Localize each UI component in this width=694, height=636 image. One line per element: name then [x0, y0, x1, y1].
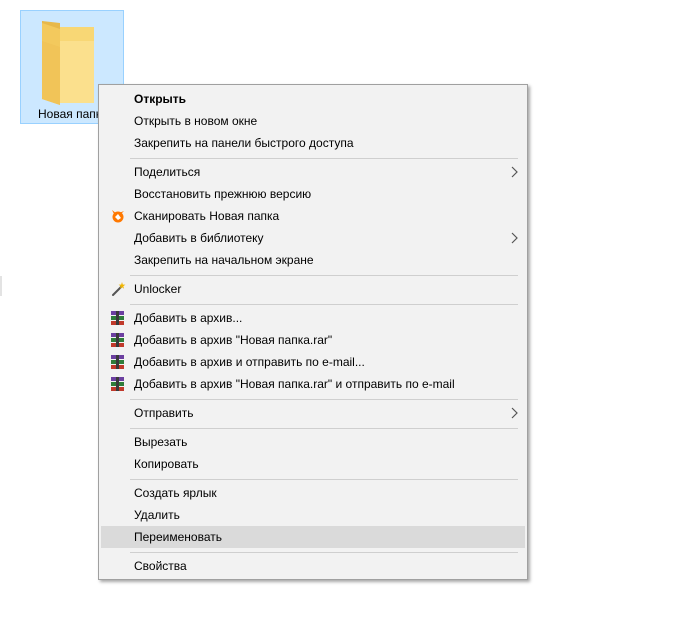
menu-item-label: Вырезать	[134, 435, 188, 449]
menu-item-label: Отправить	[134, 406, 194, 420]
menu-item-add-to-rar-email[interactable]: Добавить в архив "Новая папка.rar" и отп…	[101, 373, 525, 395]
menu-item-properties[interactable]: Свойства	[101, 555, 525, 577]
menu-item-label: Поделиться	[134, 165, 201, 179]
menu-item-label: Сканировать Новая папка	[134, 209, 280, 223]
menu-item-rename[interactable]: Переименовать	[101, 526, 525, 548]
chevron-right-icon	[511, 232, 518, 244]
unlocker-wand-icon	[112, 282, 126, 296]
menu-item-label: Открыть в новом окне	[134, 114, 258, 128]
menu-item-label: Удалить	[134, 508, 180, 522]
menu-item-label: Добавить в архив "Новая папка.rar"	[134, 333, 333, 347]
menu-item-label: Восстановить прежнюю версию	[134, 187, 312, 201]
menu-item-add-to-archive[interactable]: Добавить в архив...	[101, 307, 525, 329]
menu-item-cut[interactable]: Вырезать	[101, 431, 525, 453]
menu-item-pin-start[interactable]: Закрепить на начальном экране	[101, 249, 525, 271]
menu-separator	[130, 275, 518, 276]
menu-item-create-shortcut[interactable]: Создать ярлык	[101, 482, 525, 504]
menu-item-label: Свойства	[134, 559, 187, 573]
menu-item-share[interactable]: Поделиться	[101, 161, 525, 183]
folder-icon	[42, 21, 94, 105]
avast-icon	[112, 210, 124, 223]
context-menu: Открыть Открыть в новом окне Закрепить н…	[98, 84, 528, 580]
menu-item-open-new-window[interactable]: Открыть в новом окне	[101, 110, 525, 132]
menu-item-label: Копировать	[134, 457, 199, 471]
menu-item-label: Закрепить на панели быстрого доступа	[134, 136, 354, 150]
menu-item-label: Открыть	[134, 92, 187, 106]
menu-separator	[130, 304, 518, 305]
menu-item-pin-quick-access[interactable]: Закрепить на панели быстрого доступа	[101, 132, 525, 154]
menu-separator	[130, 428, 518, 429]
menu-item-send-to[interactable]: Отправить	[101, 402, 525, 424]
menu-item-add-to-rar[interactable]: Добавить в архив "Новая папка.rar"	[101, 329, 525, 351]
menu-item-label: Добавить в архив...	[134, 311, 243, 325]
menu-item-label: Добавить в архив и отправить по e-mail..…	[134, 355, 365, 369]
menu-separator	[130, 399, 518, 400]
menu-item-label: Unlocker	[134, 282, 182, 296]
menu-item-label: Добавить в архив "Новая папка.rar" и отп…	[134, 377, 455, 391]
menu-item-scan[interactable]: Сканировать Новая папка	[101, 205, 525, 227]
menu-item-unlocker[interactable]: Unlocker	[101, 278, 525, 300]
menu-item-label: Создать ярлык	[134, 486, 217, 500]
menu-separator	[130, 479, 518, 480]
menu-item-add-to-archive-email[interactable]: Добавить в архив и отправить по e-mail..…	[101, 351, 525, 373]
menu-item-label: Переименовать	[134, 530, 222, 544]
window-edge	[0, 276, 2, 296]
chevron-right-icon	[511, 166, 518, 178]
menu-separator	[130, 158, 518, 159]
winrar-icon	[111, 355, 124, 369]
menu-separator	[130, 552, 518, 553]
winrar-icon	[111, 333, 124, 347]
menu-item-restore-previous[interactable]: Восстановить прежнюю версию	[101, 183, 525, 205]
menu-item-open[interactable]: Открыть	[101, 88, 525, 110]
winrar-icon	[111, 311, 124, 325]
chevron-right-icon	[511, 407, 518, 419]
menu-item-delete[interactable]: Удалить	[101, 504, 525, 526]
menu-item-label: Закрепить на начальном экране	[134, 253, 314, 267]
menu-item-copy[interactable]: Копировать	[101, 453, 525, 475]
menu-item-label: Добавить в библиотеку	[134, 231, 264, 245]
winrar-icon	[111, 377, 124, 391]
menu-item-add-to-library[interactable]: Добавить в библиотеку	[101, 227, 525, 249]
